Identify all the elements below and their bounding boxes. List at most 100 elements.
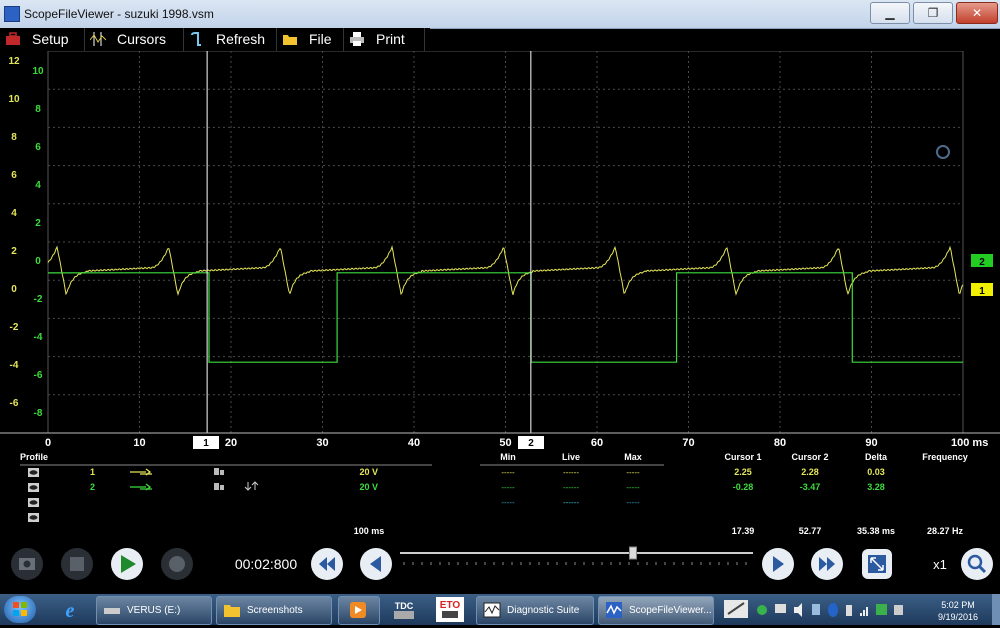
delta-header: Delta [865,452,888,462]
scope-viewer-icon [606,602,622,618]
internet-explorer-button[interactable]: e [50,596,90,623]
left-axis-inner-label: -6 [34,370,43,381]
left-axis-outer: 12 10 8 6 4 2 0 -2 -4 -6 [8,56,20,409]
profile-eye-icons[interactable] [28,468,39,522]
action-center-icon[interactable] [876,604,887,615]
app-icon [4,6,20,22]
channel-2-delta: 3.28 [867,482,885,492]
channel-2-invert-icon[interactable] [244,481,259,491]
probe-2-icon[interactable] [130,483,152,491]
close-button[interactable]: ✕ [956,2,998,24]
channel-2-filter-icon[interactable] [214,483,224,490]
channel-1-live: ------ [563,468,579,477]
refresh-button[interactable]: Refresh [184,28,277,51]
timebase-value[interactable]: 100 ms [354,526,385,536]
system-tray: 5:02 PM 9/19/2016 [720,594,1000,625]
left-axis-outer-label: -2 [10,322,19,333]
scope-display[interactable]: 12 10 8 6 4 2 0 -2 -4 -6 10 8 6 4 2 0 -2 -4 -6 -8 2 1 [0,51,1000,436]
network-icon[interactable] [812,604,820,615]
taskbar-item-eto[interactable]: ETO [430,596,470,623]
cursors-icon [90,32,106,46]
start-button[interactable] [4,596,36,623]
zoom-fit-button[interactable] [862,549,892,579]
left-axis-outer-label: 0 [11,284,17,295]
left-axis-inner-label: -2 [34,294,43,305]
max-header: Max [624,452,642,462]
fast-forward-button[interactable] [811,548,843,580]
tdc-icon: TDC [394,601,414,619]
folder-icon [283,35,297,45]
zoom-level: x1 [933,557,947,572]
taskbar-item-media-player[interactable] [338,596,380,625]
step-back-button[interactable] [360,548,392,580]
volume-icon[interactable] [794,603,802,617]
restore-button[interactable]: ❐ [913,2,953,24]
tray-green-icon[interactable] [757,605,767,615]
x-axis-tick-label: 100 ms [951,437,988,449]
playback-slider[interactable] [400,546,753,565]
toolbar: Setup Cursors Refresh File Print [0,28,430,51]
zoom-button[interactable] [961,548,993,580]
cursors-button[interactable]: Cursors [85,28,184,51]
step-forward-button[interactable] [762,548,794,580]
taskbar-item-verus[interactable]: VERUS (E:) [96,596,212,625]
play-button[interactable] [111,548,143,580]
stop-button[interactable] [61,548,93,580]
cursor2-time: 52.77 [799,526,822,536]
taskbar: e VERUS (E:) Screenshots TDC ETO Diagnos… [0,594,1000,625]
cursor-2-tag[interactable]: 2 [518,436,544,449]
live-header: Live [562,452,580,462]
setup-button[interactable]: Setup [0,28,85,51]
tray-extra-icon[interactable] [894,605,903,615]
tablet-input-icon[interactable] [724,600,748,618]
clock-date[interactable]: 9/19/2016 [938,612,978,622]
signal-icon[interactable] [860,607,868,616]
extra-min: ----- [501,498,515,507]
extra-live: ------ [563,498,579,507]
channel-2-scale[interactable]: 20 V [359,482,378,492]
channel-2-min: ----- [501,483,515,492]
cursor-1-tag[interactable]: 1 [193,436,219,449]
frequency-value: 28.27 Hz [927,526,964,536]
taskbar-item-screenshots[interactable]: Screenshots [216,596,332,625]
zoom-fit-icon [868,555,886,573]
probe-1-icon[interactable] [130,468,152,476]
left-axis-inner-label: 8 [35,104,41,115]
taskbar-item-diagnostic-suite[interactable]: Diagnostic Suite [476,596,594,625]
printer-icon [350,32,364,46]
show-desktop-button[interactable] [992,594,1000,625]
taskbar-item-tdc[interactable]: TDC [384,596,424,623]
file-label: File [309,31,332,47]
svg-text:e: e [66,600,75,622]
record-button[interactable] [161,548,193,580]
playback-timecode: 00:02:800 [235,556,297,572]
x-axis-tick-label: 90 [865,437,877,449]
record-icon [169,556,185,572]
channel-1-filter-icon[interactable] [214,468,224,475]
taskbar-item-verus-label: VERUS (E:) [127,605,181,616]
bluetooth-icon[interactable] [828,603,838,617]
rewind-button[interactable] [311,548,343,580]
minimize-button[interactable]: ▁ [870,2,910,24]
tray-monitor-icon[interactable] [775,604,786,613]
taskbar-item-eto-label: ETO [440,600,461,611]
channel-1-marker[interactable]: 1 [971,283,993,297]
print-label: Print [376,31,405,47]
cursor1-header: Cursor 1 [724,452,761,462]
refresh-icon [191,32,201,46]
clock-time[interactable]: 5:02 PM [941,600,975,610]
left-axis-outer-label: 10 [8,94,20,105]
camera-icon [19,558,35,570]
print-button[interactable]: Print [344,28,425,51]
channel-1-scale[interactable]: 20 V [359,467,378,477]
channel-2-marker[interactable]: 2 [971,254,993,268]
capture-button[interactable] [11,548,43,580]
battery-icon[interactable] [846,605,852,616]
channel-1-badge: 1 [979,286,985,297]
channel-1-cursor1: 2.25 [734,467,752,477]
taskbar-item-scope-viewer[interactable]: ScopeFileViewer... [598,596,714,625]
stop-icon [70,557,84,571]
left-axis-inner-label: -4 [34,332,43,343]
file-button[interactable]: File [277,28,344,51]
slider-thumb[interactable] [628,546,637,560]
